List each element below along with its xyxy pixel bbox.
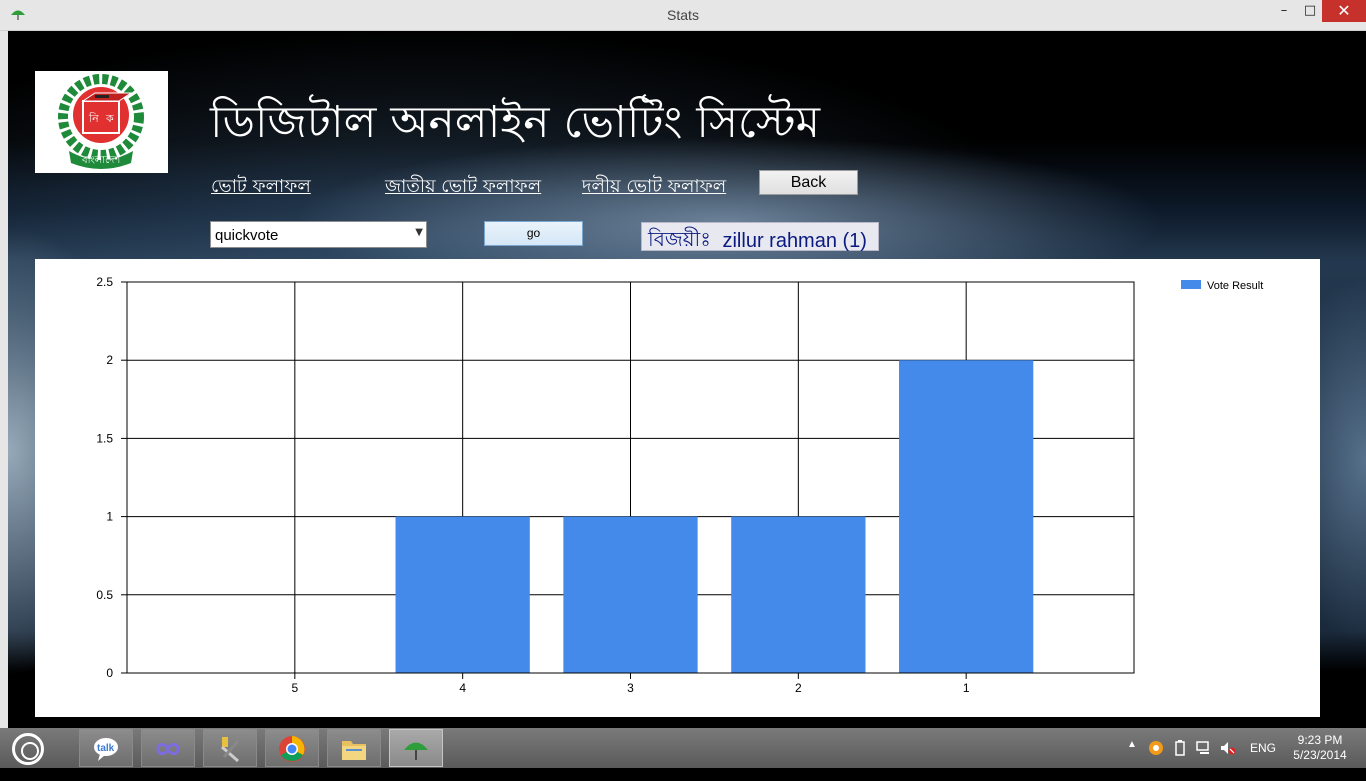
tray-network-icon[interactable] [1196, 740, 1212, 756]
tools-icon [221, 737, 240, 763]
x-tick-label: 3 [627, 681, 634, 695]
taskbar-talk-app[interactable]: talk [79, 729, 133, 767]
nav-link-party-vote-results[interactable]: দলীয় ভোট ফলাফল [582, 172, 726, 203]
taskbar-tools-app[interactable] [203, 729, 257, 767]
tray-time: 9:23 PM [1297, 733, 1343, 747]
bar-4 [395, 516, 530, 673]
election-commission-logo: নি ক বাংলাদেশ [35, 71, 168, 173]
legend-swatch [1181, 280, 1201, 289]
logo-letter-2: ক [105, 112, 114, 125]
taskbar-voting-app[interactable] [389, 729, 443, 767]
logo-letter-1: নি [88, 112, 99, 125]
taskbar: talk ▲ ENG 9:23 PM 5/23/2014 [0, 728, 1366, 768]
folder-icon [342, 741, 366, 760]
legend-label: Vote Result [1207, 280, 1263, 292]
tray-date: 5/23/2014 [1293, 748, 1347, 762]
app-client-area: নি ক বাংলাদেশ ডিজিটাল অনলাইন ভোটিং সিস্ট… [8, 31, 1366, 728]
app-title: ডিজিটাল অনলাইন ভোটিং সিস্টেম [210, 97, 821, 148]
y-tick-label: 1.5 [96, 431, 113, 445]
x-tick-label: 4 [459, 681, 466, 695]
nav-link-national-vote-results[interactable]: জাতীয় ভোট ফলাফল [385, 172, 541, 203]
tray-volume-muted-icon[interactable] [1220, 740, 1236, 756]
bar-1 [899, 360, 1034, 673]
start-button[interactable] [12, 733, 44, 765]
nav-link-vote-results[interactable]: ভোট ফলাফল [211, 172, 311, 203]
umbrella-icon [404, 742, 428, 760]
back-button[interactable]: Back [759, 170, 858, 195]
bar-3 [563, 516, 698, 673]
window-titlebar: Stats – □ ✕ [0, 0, 1366, 31]
y-tick-label: 0 [106, 666, 113, 680]
svg-text:talk: talk [97, 743, 115, 754]
taskbar-chrome-app[interactable] [265, 729, 319, 767]
vote-select-value: quickvote [215, 227, 279, 244]
talk-icon: talk [94, 738, 118, 761]
y-tick-label: 1 [106, 510, 113, 524]
vote-select[interactable]: quickvote ▼ [210, 221, 427, 248]
y-tick-label: 2 [106, 353, 113, 367]
window-frame-left [0, 31, 8, 728]
tray-expand-icon[interactable]: ▲ [1127, 739, 1137, 779]
y-tick-label: 2.5 [96, 275, 113, 289]
winner-label: বিজয়ীঃ [648, 229, 711, 251]
infinity-icon [156, 743, 180, 755]
taskbar-file-explorer-app[interactable] [327, 729, 381, 767]
go-button[interactable]: go [484, 221, 583, 246]
window-title: Stats [667, 7, 699, 23]
tray-language[interactable]: ENG [1250, 741, 1276, 781]
vote-result-chart: 0 0.5 1 1.5 2 2.5 5 4 3 2 1 Vote Result [35, 259, 1320, 717]
x-tick-label: 5 [291, 681, 298, 695]
bar-2 [731, 516, 866, 673]
taskbar-infinity-app[interactable] [141, 729, 195, 767]
chevron-down-icon: ▼ [415, 227, 423, 238]
chart-canvas: 0 0.5 1 1.5 2 2.5 5 4 3 2 1 Vote Result [96, 275, 1263, 695]
winner-name: zillur rahman (1) [722, 230, 867, 252]
logo-caption: বাংলাদেশ [81, 155, 121, 166]
y-tick-label: 0.5 [96, 588, 113, 602]
minimize-button[interactable]: – [1272, 0, 1296, 22]
tray-clock[interactable]: 9:23 PM 5/23/2014 [1290, 733, 1350, 773]
close-button[interactable]: ✕ [1322, 0, 1366, 22]
x-tick-label: 1 [963, 681, 970, 695]
maximize-button[interactable]: □ [1298, 0, 1322, 22]
tray-battery-icon[interactable] [1172, 740, 1188, 756]
tray-update-icon[interactable] [1148, 740, 1164, 756]
logo-emblem-icon: নি ক বাংলাদেশ [58, 74, 144, 169]
winner-display: বিজয়ীঃ zillur rahman (1) [641, 222, 879, 252]
chrome-icon [279, 736, 305, 762]
x-tick-label: 2 [795, 681, 802, 695]
